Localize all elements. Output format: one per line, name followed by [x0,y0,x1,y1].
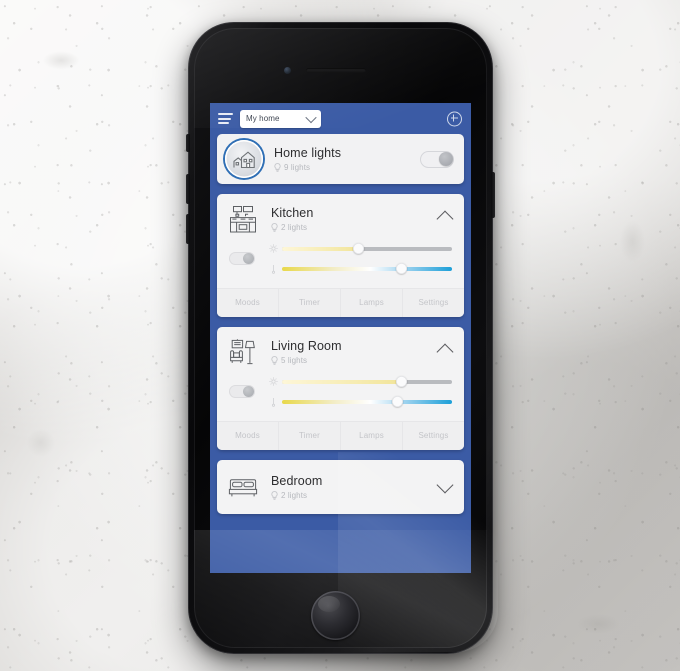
house-icon [225,140,263,178]
bed-icon-svg [228,479,258,497]
kitchen-title: Kitchen [271,206,314,220]
sofa-lamp-icon [226,336,260,368]
phone-screen: My home Home lights 9 lights Kitchen 2 l… [210,103,471,573]
power-button[interactable] [491,172,495,218]
home-lights-card[interactable]: Home lights 9 lights [217,134,464,184]
toggle-knob [438,152,453,166]
room-card-kitchen[interactable]: Kitchen 2 lights Moods Timer Lamps Setti… [217,194,464,317]
slider-knob[interactable] [395,263,407,274]
sofa-lamp-icon-svg [230,338,255,364]
lightbulb-icon [271,223,278,232]
home-lights-subtitle: 9 lights [274,163,420,172]
slider-knob[interactable] [392,396,404,407]
kitchen-header[interactable]: Kitchen 2 lights [217,194,464,239]
bedroom-lights-count: 2 lights [281,491,308,500]
slider-knob[interactable] [395,376,407,387]
volume-down-button[interactable] [186,214,190,244]
home-lights-count: 9 lights [284,163,311,172]
tab-settings[interactable]: Settings [402,422,464,450]
living-room-header[interactable]: Living Room 5 lights [217,327,464,372]
kitchen-colortemp-row [269,261,452,276]
smartphone-device: My home Home lights 9 lights Kitchen 2 l… [186,22,498,654]
lightbulb-icon [271,491,278,500]
living-room-colortemp-slider[interactable] [282,396,452,407]
chevron-up-icon[interactable] [436,210,454,228]
tab-moods[interactable]: Moods [217,422,278,450]
home-lights-texts: Home lights 9 lights [274,146,420,172]
tab-lamps[interactable]: Lamps [340,289,402,317]
bedroom-subtitle: 2 lights [271,491,439,500]
living-room-controls [217,372,464,421]
smart-lights-app: My home Home lights 9 lights Kitchen 2 l… [210,103,471,573]
chevron-down-icon [305,111,317,123]
volume-up-button[interactable] [186,174,190,204]
kitchen-subtitle: 2 lights [271,223,439,232]
kitchen-tabs: Moods Timer Lamps Settings [217,288,464,317]
tab-moods[interactable]: Moods [217,289,278,317]
bed-icon [226,471,260,503]
kitchen-sliders [269,241,452,276]
brightness-sun-icon [269,243,278,254]
kitchen-colortemp-slider[interactable] [282,263,452,274]
living-room-colortemp-row [269,394,452,409]
kitchen-lights-count: 2 lights [281,223,308,232]
living-room-brightness-row [269,374,452,389]
slider-knob[interactable] [353,243,364,254]
color-temperature-icon [269,396,278,407]
kitchen-texts: Kitchen 2 lights [271,206,439,232]
plus-circle-icon[interactable] [447,111,462,126]
front-camera [284,67,291,74]
home-button[interactable] [311,591,360,640]
bedroom-texts: Bedroom 2 lights [271,474,439,500]
earpiece-speaker [306,68,366,73]
kitchen-brightness-row [269,241,452,256]
home-lights-toggle[interactable] [420,150,454,168]
tab-lamps[interactable]: Lamps [340,422,402,450]
kitchen-counter-icon [226,203,260,235]
house-icon-svg [233,151,255,169]
bedroom-header[interactable]: Bedroom 2 lights [217,460,464,514]
living-room-brightness-slider[interactable] [282,376,452,387]
home-lights-title: Home lights [274,146,342,160]
living-room-subtitle: 5 lights [271,356,439,365]
home-selector-label: My home [246,114,280,123]
color-temperature-icon [269,263,278,274]
home-selector-dropdown[interactable]: My home [240,109,321,128]
tab-timer[interactable]: Timer [278,289,340,317]
slider-fill [282,246,359,251]
kitchen-controls [217,239,464,288]
room-card-list: Home lights 9 lights Kitchen 2 lights Mo… [210,134,471,573]
living-room-title: Living Room [271,339,342,353]
toggle-knob [243,253,254,264]
bedroom-title: Bedroom [271,474,323,488]
hamburger-menu-icon[interactable] [218,113,233,124]
lightbulb-icon [274,163,281,172]
brightness-sun-icon [269,376,278,387]
chevron-down-icon[interactable] [436,476,454,493]
tab-settings[interactable]: Settings [402,289,464,317]
kitchen-brightness-slider[interactable] [282,243,452,254]
kitchen-power-toggle[interactable] [229,252,255,265]
room-card-living-room[interactable]: Living Room 5 lights Moods Timer Lamps S… [217,327,464,450]
living-room-tabs: Moods Timer Lamps Settings [217,421,464,450]
toggle-knob [243,386,254,397]
living-room-lights-count: 5 lights [281,356,308,365]
kitchen-counter-icon-svg [230,205,256,232]
tab-timer[interactable]: Timer [278,422,340,450]
room-card-bedroom[interactable]: Bedroom 2 lights [217,460,464,514]
slider-fill [282,379,401,384]
photo-scene: My home Home lights 9 lights Kitchen 2 l… [0,0,680,671]
lightbulb-icon [271,356,278,365]
chevron-up-icon[interactable] [436,343,454,361]
app-top-bar: My home [210,103,471,134]
mute-switch[interactable] [186,134,190,152]
living-room-texts: Living Room 5 lights [271,339,439,365]
living-room-sliders [269,374,452,409]
living-room-power-toggle[interactable] [229,385,255,398]
